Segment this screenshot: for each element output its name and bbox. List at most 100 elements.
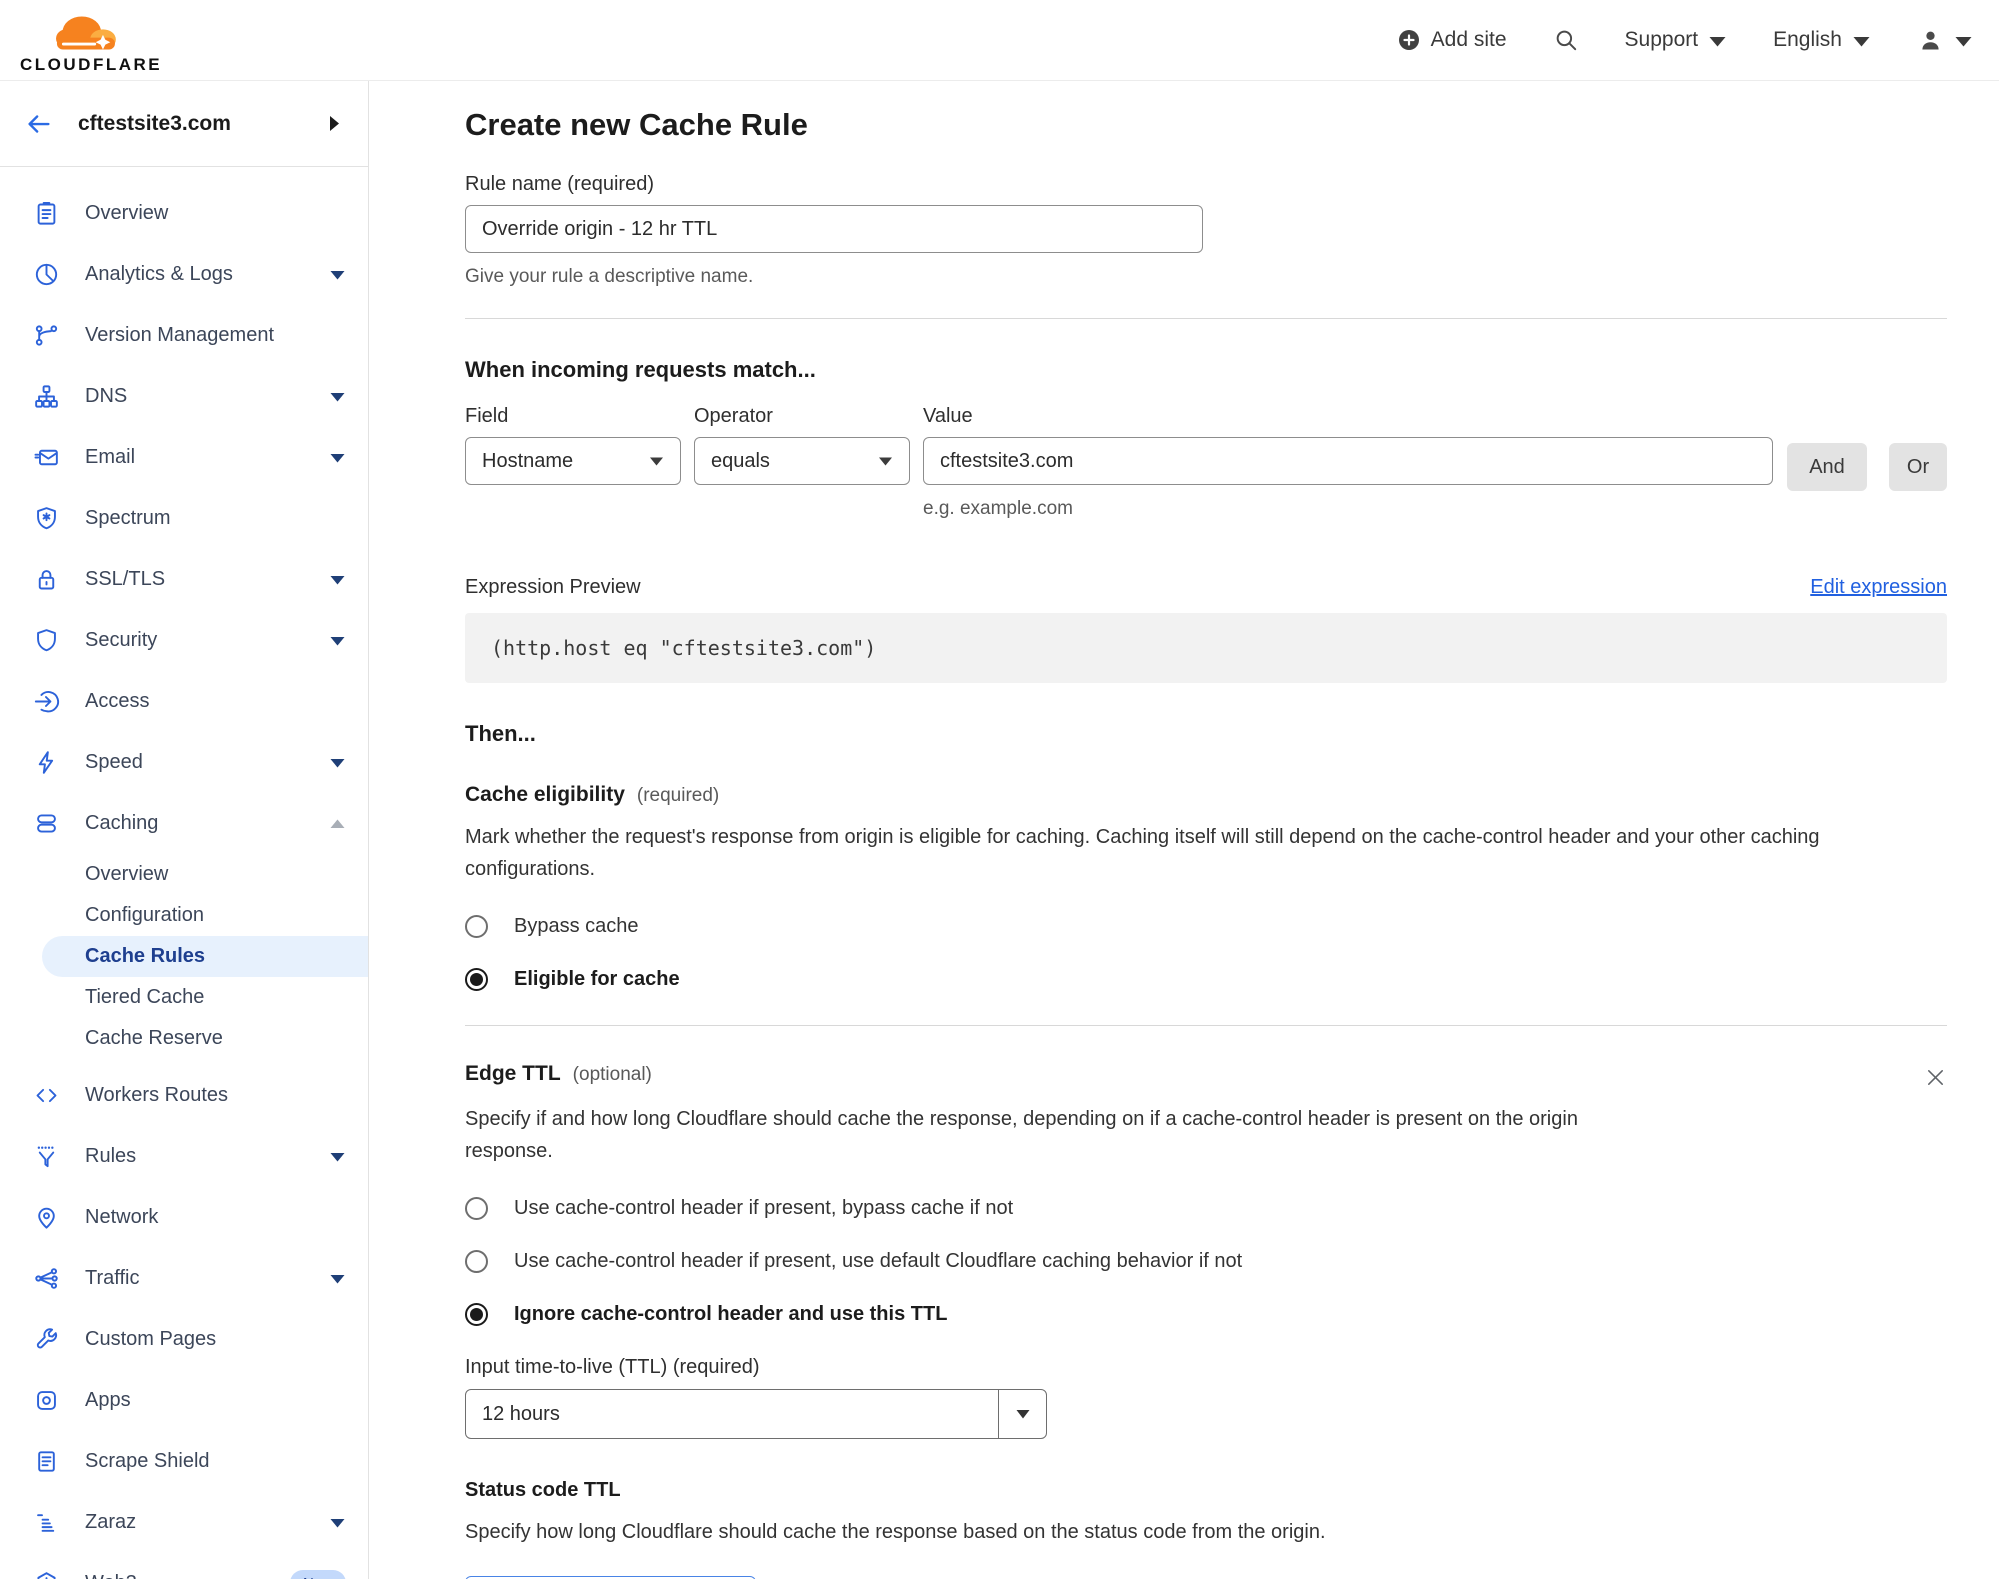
value-label: Value xyxy=(923,405,973,427)
value-help: e.g. example.com xyxy=(923,498,1073,519)
ttl-select-value: 12 hours xyxy=(482,1402,560,1425)
sidebar-item-overview[interactable]: Overview xyxy=(0,183,368,244)
radio-option-ignore-cache-control-header-and-use-this-ttl[interactable]: Ignore cache-control header and use this… xyxy=(465,1303,1947,1326)
edge-ttl-heading: Edge TTL xyxy=(465,1062,561,1085)
and-button[interactable]: And xyxy=(1787,443,1867,491)
chevron-down-icon xyxy=(1853,36,1870,46)
radio-unselected-icon[interactable] xyxy=(465,1197,488,1220)
field-select-value: Hostname xyxy=(482,449,574,472)
sidebar-item-apps[interactable]: Apps xyxy=(0,1370,368,1431)
sidebar-item-label: Caching xyxy=(85,812,159,834)
radio-label: Eligible for cache xyxy=(514,968,680,990)
sidebar-item-label: Workers Routes xyxy=(85,1084,229,1106)
radio-option-use-cache-control-header-if-present-bypass-cache-if-not[interactable]: Use cache-control header if present, byp… xyxy=(465,1197,1947,1220)
sidebar-item-label: Security xyxy=(85,629,158,651)
sidebar-item-label: Custom Pages xyxy=(85,1328,217,1350)
chevron-down-icon xyxy=(878,456,893,467)
site-switcher-expand-icon[interactable] xyxy=(327,114,342,133)
sidebar-item-label: Overview xyxy=(85,202,169,224)
radio-option-bypass-cache[interactable]: Bypass cache xyxy=(465,915,1947,938)
sidebar-item-caching-cache-reserve[interactable]: Cache Reserve xyxy=(0,1018,368,1059)
or-button[interactable]: Or xyxy=(1889,443,1947,491)
main-content: Create new Cache Rule Rule name (require… xyxy=(369,81,1999,1579)
radio-selected-icon[interactable] xyxy=(465,1303,488,1326)
radio-unselected-icon[interactable] xyxy=(465,915,488,938)
radio-selected-icon[interactable] xyxy=(465,968,488,991)
sidebar-item-version-management[interactable]: Version Management xyxy=(0,305,368,366)
sidebar-item-label: Speed xyxy=(85,751,143,773)
language-menu[interactable]: English xyxy=(1773,28,1871,52)
value-input[interactable] xyxy=(923,437,1773,485)
sidebar-item-email[interactable]: Email xyxy=(0,427,368,488)
cache-eligibility-heading: Cache eligibility xyxy=(465,783,625,806)
sidebar-item-caching[interactable]: Caching xyxy=(0,793,368,854)
sidebar-item-scrape-shield[interactable]: Scrape Shield xyxy=(0,1431,368,1492)
back-arrow-icon[interactable] xyxy=(24,109,54,139)
ttl-select-caret-button[interactable] xyxy=(998,1390,1046,1438)
radio-label: Use cache-control header if present, byp… xyxy=(514,1197,1014,1219)
chevron-down-icon xyxy=(329,574,346,586)
ttl-select[interactable]: 12 hours xyxy=(465,1389,1047,1439)
chevron-down-icon xyxy=(329,1151,346,1163)
sidebar-item-caching-cache-rules[interactable]: Cache Rules xyxy=(42,936,368,977)
sidebar-item-caching-configuration[interactable]: Configuration xyxy=(0,895,368,936)
chevron-down-icon xyxy=(329,635,346,647)
operator-select[interactable]: equals xyxy=(694,437,910,485)
edit-expression-link[interactable]: Edit expression xyxy=(1810,576,1947,599)
sidebar-item-caching-overview[interactable]: Overview xyxy=(0,854,368,895)
sidebar-item-label: SSL/TLS xyxy=(85,568,166,590)
sidebar-item-spectrum[interactable]: Spectrum xyxy=(0,488,368,549)
rule-name-label: Rule name (required) xyxy=(465,173,654,195)
sidebar-item-security[interactable]: Security xyxy=(0,610,368,671)
sidebar-item-ssl-tls[interactable]: SSL/TLS xyxy=(0,549,368,610)
search-icon xyxy=(1556,30,1576,51)
support-menu[interactable]: Support xyxy=(1625,28,1728,52)
sidebar-item-access[interactable]: Access xyxy=(0,671,368,732)
wrench-icon xyxy=(32,1326,60,1354)
chevron-down-icon xyxy=(329,1517,346,1529)
login-arrow-icon xyxy=(32,688,60,716)
then-heading: Then... xyxy=(465,721,536,746)
server-stack-icon xyxy=(32,810,60,838)
sidebar-item-traffic[interactable]: Traffic xyxy=(0,1248,368,1309)
sidebar-item-zaraz[interactable]: Zaraz xyxy=(0,1492,368,1553)
pie-chart-icon xyxy=(32,261,60,289)
user-icon xyxy=(1922,31,1939,49)
app-box-icon xyxy=(32,1387,60,1415)
add-site-button[interactable]: Add site xyxy=(1397,28,1507,52)
chevron-down-icon xyxy=(329,269,346,281)
clipboard-icon xyxy=(32,200,60,228)
chevron-down-icon xyxy=(329,1273,346,1285)
plus-circle-icon xyxy=(1398,30,1419,50)
sidebar-item-label: Apps xyxy=(85,1389,131,1411)
close-icon[interactable] xyxy=(1924,1066,1947,1089)
sidebar-item-speed[interactable]: Speed xyxy=(0,732,368,793)
expression-code: (http.host eq "cftestsite3.com") xyxy=(491,636,877,660)
sidebar-item-dns[interactable]: DNS xyxy=(0,366,368,427)
search-button[interactable] xyxy=(1553,27,1579,53)
account-menu[interactable] xyxy=(1917,27,1973,54)
sidebar-item-caching-tiered-cache[interactable]: Tiered Cache xyxy=(0,977,368,1018)
sidebar-item-label: Access xyxy=(85,690,150,712)
radio-unselected-icon[interactable] xyxy=(465,1250,488,1273)
sidebar-item-network[interactable]: Network xyxy=(0,1187,368,1248)
radio-option-eligible-for-cache[interactable]: Eligible for cache xyxy=(465,968,1947,991)
divider xyxy=(465,318,1947,319)
rule-name-help: Give your rule a descriptive name. xyxy=(465,266,754,287)
sidebar-item-analytics-logs[interactable]: Analytics & Logs xyxy=(0,244,368,305)
sidebar-item-label: Rules xyxy=(85,1145,137,1167)
field-select[interactable]: Hostname xyxy=(465,437,681,485)
sidebar-item-rules[interactable]: Rules xyxy=(0,1126,368,1187)
document-icon xyxy=(32,1448,60,1476)
language-label: English xyxy=(1773,28,1842,51)
rule-name-input[interactable] xyxy=(465,205,1203,253)
sidebar-item-custom-pages[interactable]: Custom Pages xyxy=(0,1309,368,1370)
sidebar-item-workers-routes[interactable]: Workers Routes xyxy=(0,1065,368,1126)
radio-option-use-cache-control-header-if-present-use-default-cloudflare-caching-behavior-if-not[interactable]: Use cache-control header if present, use… xyxy=(465,1250,1947,1273)
chevron-down-icon xyxy=(329,391,346,403)
bolt-icon xyxy=(32,749,60,777)
sidebar-item-label: Spectrum xyxy=(85,507,171,529)
site-name: cftestsite3.com xyxy=(78,111,231,135)
sidebar-item-web3[interactable]: Web3 New xyxy=(0,1553,368,1579)
sidebar-item-label: Traffic xyxy=(85,1267,140,1289)
